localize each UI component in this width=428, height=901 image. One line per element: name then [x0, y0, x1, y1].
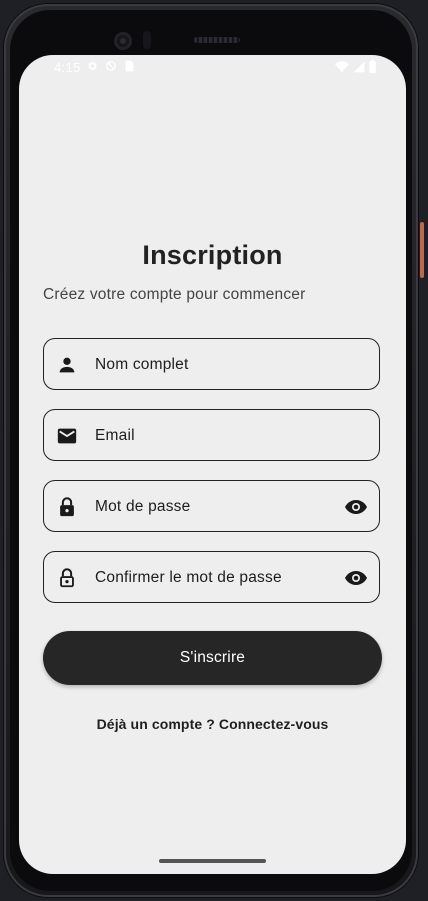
status-time: 4:15 — [54, 60, 81, 75]
front-camera — [114, 32, 132, 50]
signal-icon — [353, 61, 365, 72]
email-placeholder: Email — [95, 427, 135, 444]
mail-icon — [57, 428, 77, 444]
app-screen: 4:15 Inscription Créez votre compte pour… — [19, 55, 406, 874]
status-system-icons — [335, 60, 376, 73]
wifi-icon — [335, 60, 349, 72]
eye-icon[interactable] — [344, 495, 368, 519]
status-bar: 4:15 — [19, 55, 406, 81]
person-icon — [59, 357, 75, 373]
confirm-password-field[interactable]: Confirmer le mot de passe — [43, 551, 380, 603]
lock-outline-icon — [60, 568, 74, 588]
blocked-icon — [106, 61, 116, 71]
password-field[interactable]: Mot de passe — [43, 480, 380, 532]
proximity-sensor — [143, 31, 151, 49]
status-notification-icons — [86, 60, 134, 72]
earpiece-speaker — [194, 37, 240, 43]
power-button — [420, 222, 424, 278]
email-field[interactable]: Email — [43, 409, 380, 461]
signup-button[interactable]: S'inscrire — [43, 631, 382, 685]
settings-icon — [88, 61, 97, 71]
full-name-field[interactable]: Nom complet — [43, 338, 380, 390]
password-placeholder: Mot de passe — [95, 498, 191, 515]
sim-card-icon — [125, 60, 134, 72]
page-title: Inscription — [142, 240, 283, 270]
confirm-password-placeholder: Confirmer le mot de passe — [95, 569, 282, 586]
full-name-placeholder: Nom complet — [95, 356, 189, 373]
home-indicator[interactable] — [159, 859, 266, 863]
battery-icon — [369, 60, 376, 73]
page-subtitle: Créez votre compte pour commencer — [43, 286, 306, 303]
lock-filled-icon — [60, 497, 74, 517]
login-link[interactable]: Déjà un compte ? Connectez-vous — [19, 716, 406, 732]
eye-icon[interactable] — [344, 566, 368, 590]
